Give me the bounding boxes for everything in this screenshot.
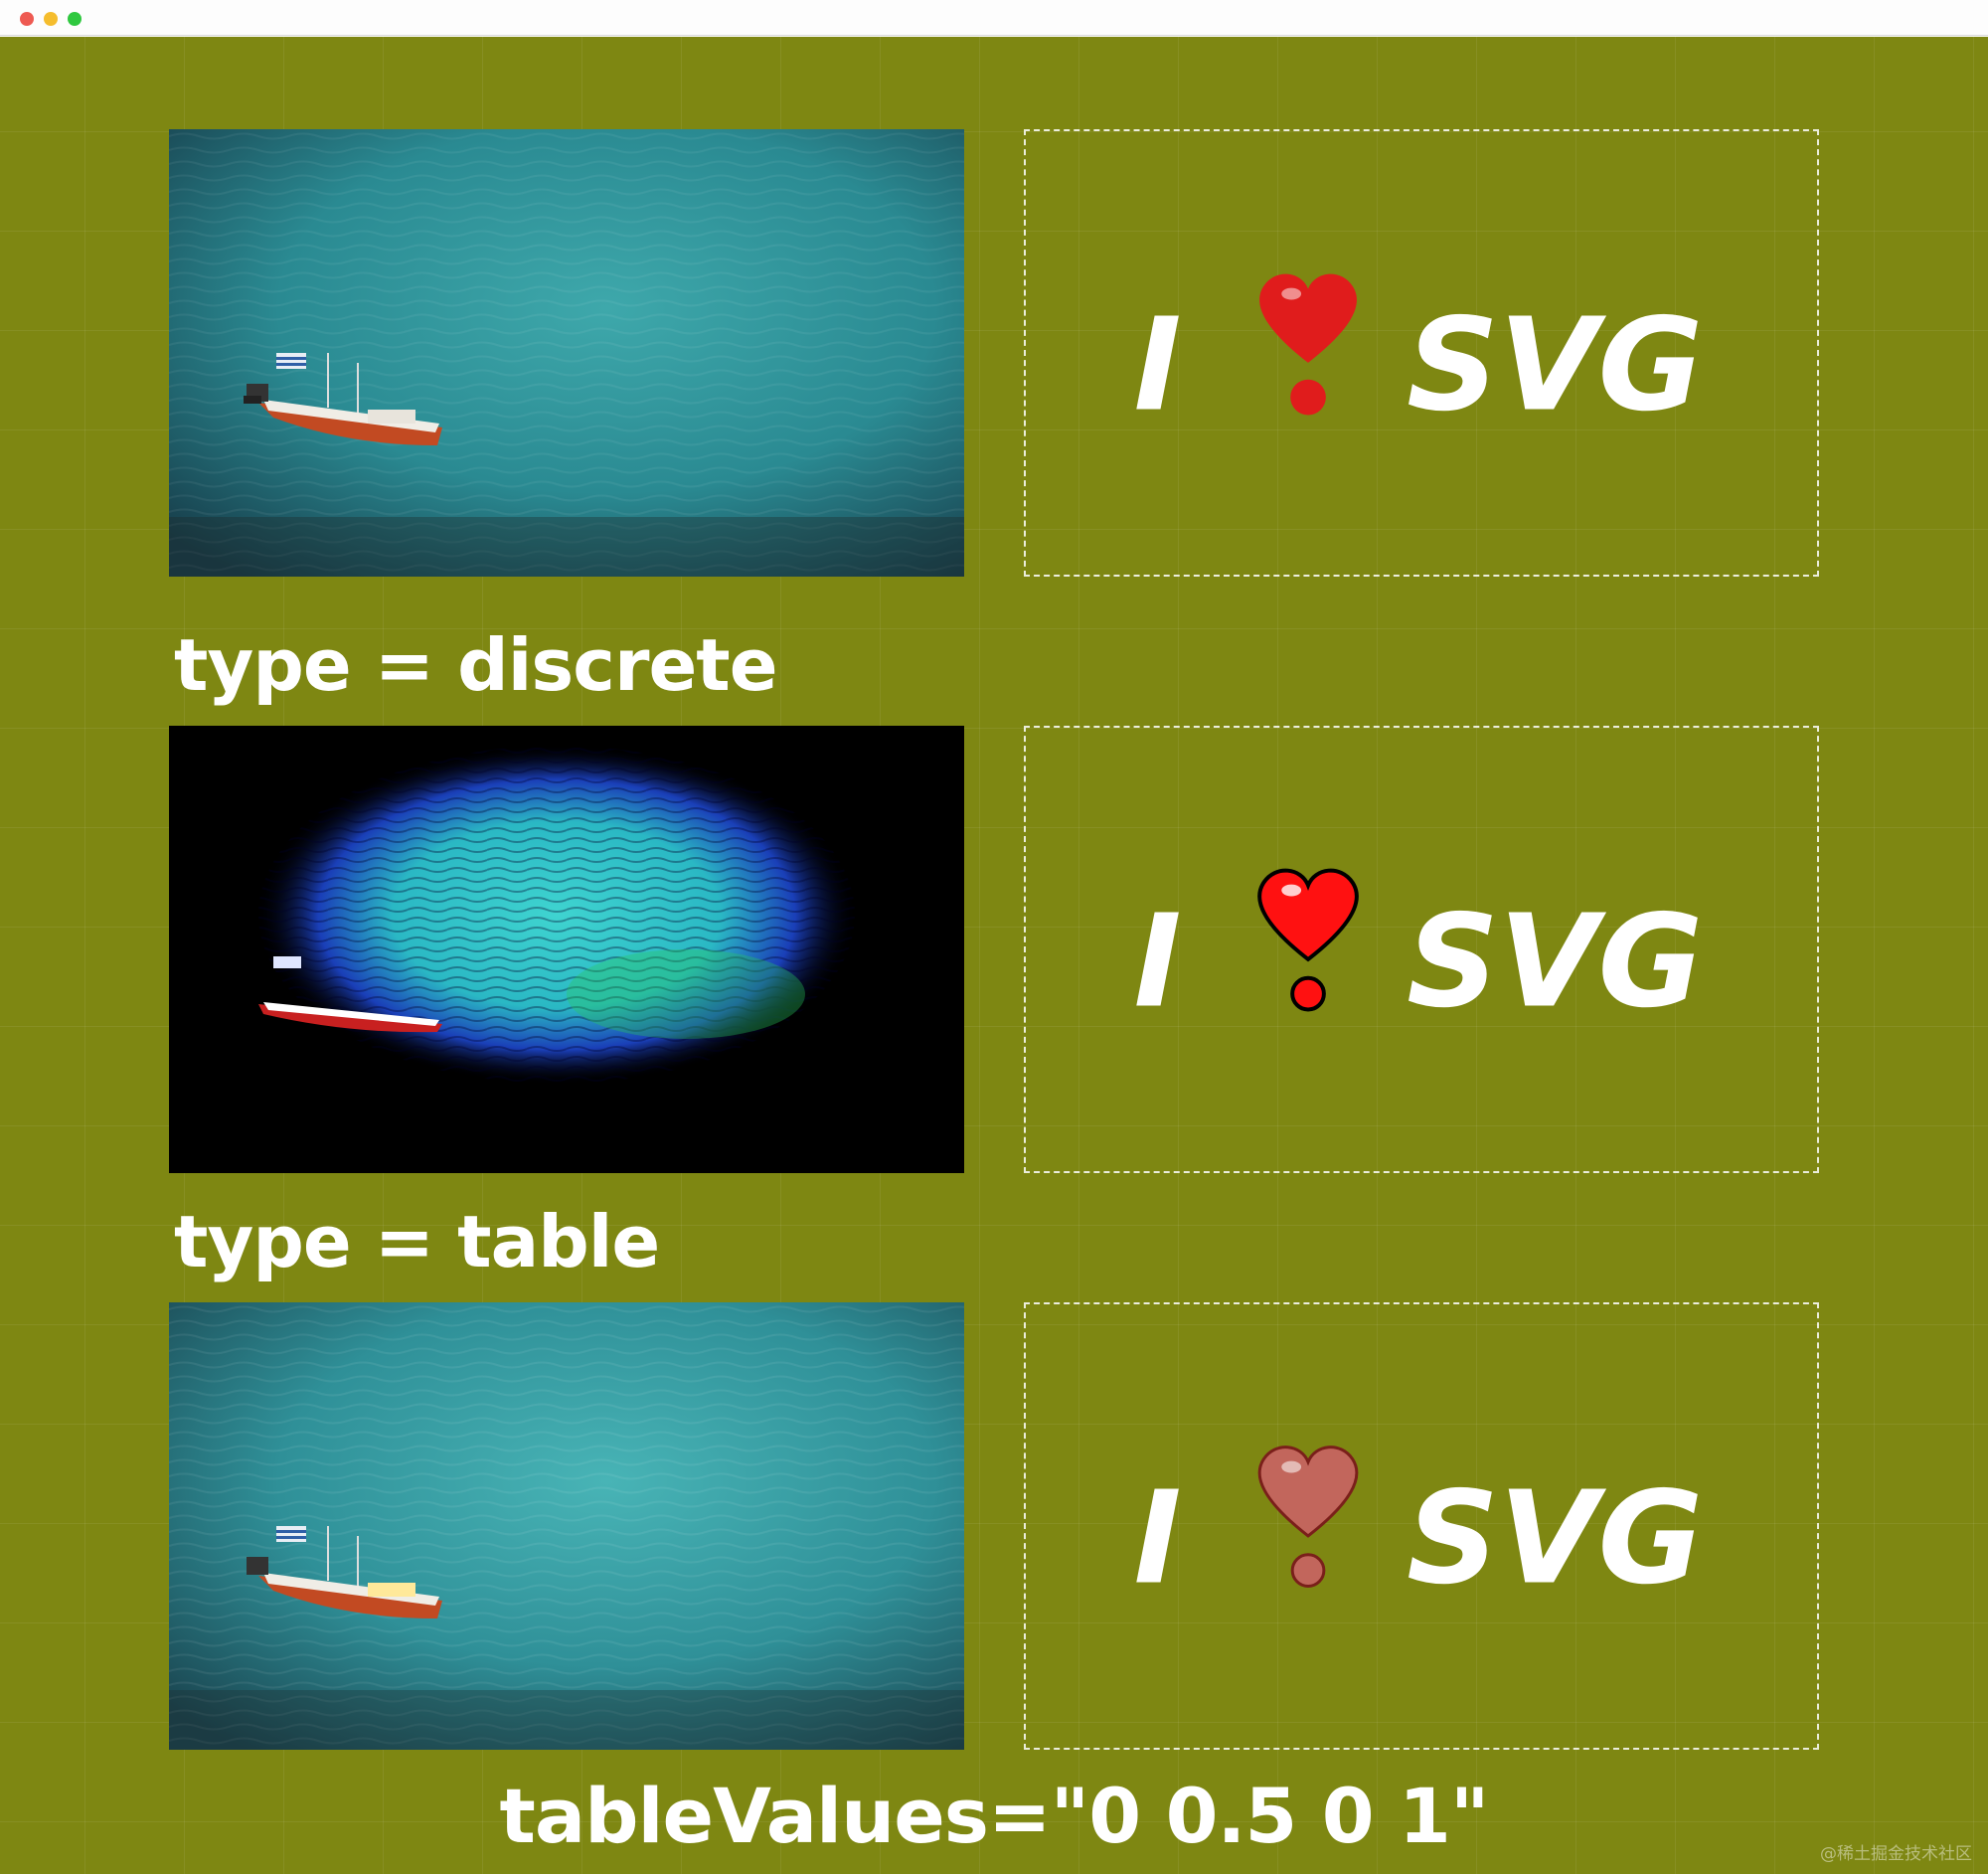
window-maximize-button[interactable] [68, 12, 82, 26]
boat-photo-table [169, 1302, 964, 1750]
window-close-button[interactable] [20, 12, 34, 26]
logo-right-word: SVG [1407, 290, 1703, 439]
caption-table: type = table [174, 1200, 660, 1283]
logo-left-word: I [1134, 290, 1182, 439]
demo-canvas: I SVG type = discrete I SVG type = table… [0, 37, 1988, 1874]
window-titlebar [0, 0, 1988, 36]
heart-exclamation-icon [1257, 868, 1359, 1012]
i-love-svg-logo-table: I SVG [1024, 1302, 1819, 1750]
heart-exclamation-icon [1257, 1446, 1359, 1588]
caption-discrete: type = discrete [174, 623, 778, 707]
logo-left-word: I [1134, 887, 1182, 1036]
logo-left-word: I [1134, 1463, 1182, 1613]
window-minimize-button[interactable] [44, 12, 58, 26]
boat-photo-discrete [169, 726, 964, 1173]
heart-exclamation-icon [1259, 273, 1357, 416]
boat-photo-original [169, 129, 964, 577]
i-love-svg-logo-original: I SVG [1024, 129, 1819, 577]
site-watermark: @稀土掘金技术社区 [1820, 1844, 1972, 1864]
i-love-svg-logo-discrete: I SVG [1024, 726, 1819, 1173]
caption-table-values: tableValues="0 0.5 0 1" [499, 1772, 1489, 1860]
logo-right-word: SVG [1407, 1463, 1703, 1613]
logo-right-word: SVG [1407, 887, 1703, 1036]
